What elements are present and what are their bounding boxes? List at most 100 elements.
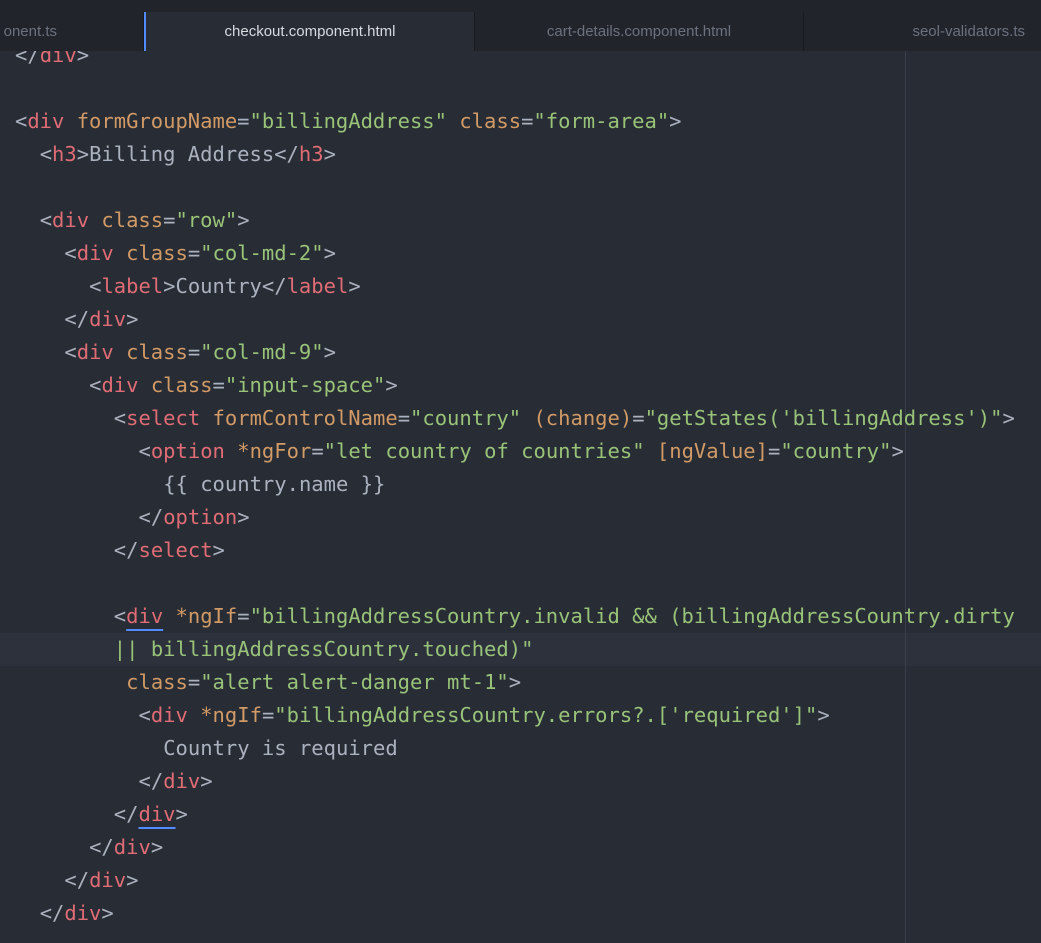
code-punctuation: </ bbox=[113, 802, 139, 826]
code-attribute: class bbox=[150, 373, 213, 397]
code-tag: h3 bbox=[52, 142, 77, 166]
code-punctuation: </ bbox=[113, 538, 139, 562]
code-punctuation: = bbox=[163, 208, 176, 232]
code-text: Country bbox=[175, 274, 262, 298]
code-tag: option bbox=[163, 505, 238, 529]
code-line: </div> bbox=[15, 51, 89, 72]
code-punctuation: > bbox=[237, 505, 250, 529]
code-string: "getStates('billingAddress')" bbox=[644, 406, 1003, 430]
code-punctuation: > bbox=[76, 51, 90, 67]
code-text: {{ country.name }} bbox=[163, 472, 386, 496]
code-tag: div bbox=[64, 901, 102, 925]
code-attribute: formControlName bbox=[212, 406, 398, 430]
code-punctuation: = bbox=[212, 373, 225, 397]
tab-bar: onent.ts checkout.component.html cart-de… bbox=[0, 12, 1041, 51]
code-line: || billingAddressCountry.touched)" bbox=[114, 633, 534, 666]
code-string: "form-area" bbox=[533, 109, 670, 133]
code-attribute: class bbox=[126, 241, 188, 265]
code-line: </div> bbox=[64, 303, 138, 336]
code-string: || billingAddressCountry.touched)" bbox=[113, 637, 534, 661]
code-attribute: class bbox=[459, 109, 522, 133]
tab-label: cart-details.component.html bbox=[546, 23, 732, 40]
code-punctuation: = bbox=[632, 406, 645, 430]
code-punctuation: = bbox=[237, 109, 250, 133]
code-tag: div bbox=[113, 835, 151, 859]
code-attribute: *ngIf bbox=[200, 703, 262, 727]
code-punctuation: > bbox=[126, 307, 139, 331]
code-punctuation: > bbox=[508, 670, 522, 694]
code-tag: div bbox=[101, 373, 139, 397]
code-attribute: [ngValue] bbox=[656, 439, 768, 463]
code-punctuation: > bbox=[237, 208, 250, 232]
code-punctuation: < bbox=[89, 373, 102, 397]
code-punctuation: > bbox=[385, 373, 398, 397]
code-string: "alert alert-danger mt-1" bbox=[200, 670, 509, 694]
code-line: <div *ngIf="billingAddressCountry.errors… bbox=[139, 699, 830, 732]
code-punctuation: </ bbox=[138, 505, 164, 529]
code-punctuation: < bbox=[64, 241, 77, 265]
code-punctuation bbox=[114, 340, 126, 364]
code-line: <div class="col-md-2"> bbox=[64, 237, 336, 270]
tab-component-ts[interactable]: onent.ts bbox=[0, 12, 144, 51]
code-punctuation: > bbox=[323, 241, 336, 265]
code-punctuation: = bbox=[187, 340, 201, 364]
code-tag: div bbox=[52, 208, 90, 232]
code-tag: label bbox=[101, 274, 164, 298]
code-punctuation: </ bbox=[89, 835, 114, 859]
code-string: "row" bbox=[175, 208, 238, 232]
tab-cart-details-component-html[interactable]: cart-details.component.html bbox=[474, 12, 804, 51]
code-punctuation bbox=[89, 208, 101, 232]
code-tag: div bbox=[126, 604, 164, 628]
code-editor[interactable]: </div> <div formGroupName="billingAddress… bbox=[0, 51, 1041, 943]
code-tag: label bbox=[286, 274, 349, 298]
code-tag: div bbox=[89, 868, 127, 892]
code-string: "col-md-2" bbox=[200, 241, 324, 265]
code-tag: select bbox=[138, 538, 213, 562]
code-line: {{ country.name }} bbox=[163, 468, 385, 501]
code-punctuation: = bbox=[768, 439, 781, 463]
code-line: <label>Country</label> bbox=[89, 270, 361, 303]
code-attribute: (change) bbox=[533, 406, 633, 430]
code-tag: option bbox=[150, 439, 225, 463]
code-punctuation bbox=[188, 703, 200, 727]
code-tag: div bbox=[150, 703, 188, 727]
code-tag: h3 bbox=[298, 142, 324, 166]
code-punctuation: = bbox=[311, 439, 324, 463]
code-attribute: class bbox=[126, 670, 188, 694]
code-punctuation: = bbox=[237, 604, 250, 628]
code-punctuation: > bbox=[323, 142, 336, 166]
code-punctuation: > bbox=[891, 439, 904, 463]
code-punctuation: > bbox=[175, 802, 188, 826]
code-punctuation: > bbox=[212, 538, 225, 562]
code-punctuation bbox=[114, 241, 126, 265]
code-tag: div bbox=[163, 769, 201, 793]
code-string: "let country of countries" bbox=[323, 439, 645, 463]
code-punctuation: > bbox=[348, 274, 361, 298]
code-line: class="alert alert-danger mt-1"> bbox=[126, 666, 521, 699]
code-attribute: *ngFor bbox=[237, 439, 312, 463]
code-string: "billingAddress" bbox=[249, 109, 447, 133]
code-punctuation bbox=[225, 439, 237, 463]
code-punctuation: > bbox=[323, 340, 336, 364]
code-punctuation: < bbox=[113, 604, 127, 628]
code-punctuation: </ bbox=[261, 274, 287, 298]
code-punctuation: = bbox=[261, 703, 275, 727]
code-string: "billingAddressCountry.invalid && (billi… bbox=[249, 604, 1015, 628]
code-string: "input-space" bbox=[224, 373, 386, 397]
code-line: <select formControlName="country" (chang… bbox=[114, 402, 1015, 435]
code-punctuation bbox=[163, 604, 175, 628]
code-punctuation bbox=[645, 439, 657, 463]
code-punctuation: </ bbox=[274, 142, 299, 166]
code-tag: div bbox=[89, 307, 127, 331]
tab-checkout-component-html[interactable]: checkout.component.html bbox=[144, 12, 474, 51]
code-punctuation: </ bbox=[64, 307, 90, 331]
code-attribute: class bbox=[101, 208, 164, 232]
code-line: </div> bbox=[40, 897, 114, 930]
tab-seol-validators-ts[interactable]: seol-validators.ts bbox=[804, 12, 1041, 51]
code-line: Country is required bbox=[163, 732, 398, 765]
code-punctuation: > bbox=[817, 703, 830, 727]
code-tag: select bbox=[126, 406, 201, 430]
code-punctuation: </ bbox=[138, 769, 164, 793]
code-punctuation: = bbox=[521, 109, 534, 133]
code-line: <h3>Billing Address</h3> bbox=[40, 138, 336, 171]
